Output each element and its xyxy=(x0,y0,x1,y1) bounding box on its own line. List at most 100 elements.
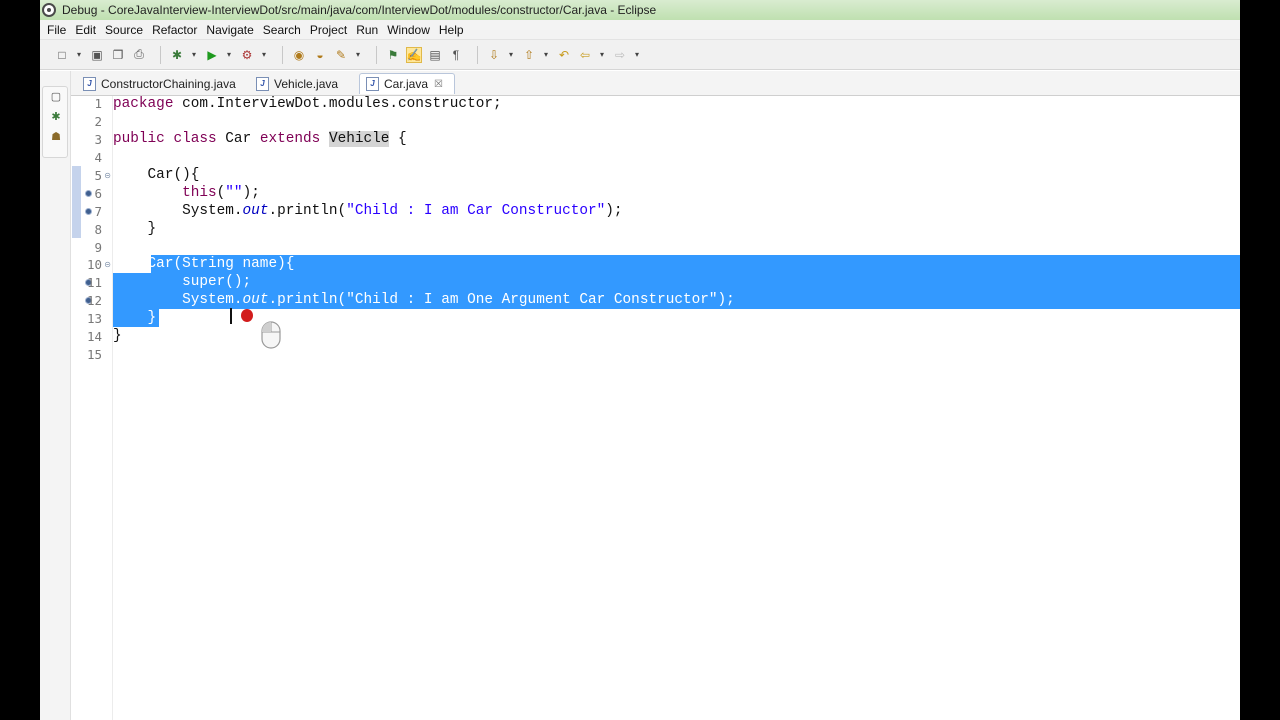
previous-annotation-dropdown-icon[interactable]: ▾ xyxy=(542,47,550,63)
menu-bar: File Edit Source Refactor Navigate Searc… xyxy=(40,20,1240,40)
line-number: 7 xyxy=(94,204,102,219)
tab-label: Car.java xyxy=(384,77,429,91)
toolbar-separator xyxy=(376,45,377,64)
external-tools-icon[interactable]: ⚙ xyxy=(239,47,255,63)
line-number: 4 xyxy=(94,150,102,165)
fold-collapse-icon[interactable]: ⊝ xyxy=(104,167,111,185)
new-wizard-icon[interactable]: □ xyxy=(54,47,70,63)
minimized-view-stack: ▢ ✱ ☗ xyxy=(42,86,68,158)
code-line-10: Car(String name){ xyxy=(113,256,295,272)
debug-view-icon[interactable]: ✱ xyxy=(50,111,62,123)
eclipse-window: Debug - CoreJavaInterview-InterviewDot/s… xyxy=(40,0,1240,720)
toolbar-separator xyxy=(160,45,161,64)
new-dropdown-icon[interactable]: ▾ xyxy=(75,47,83,63)
right-letterbox xyxy=(1240,0,1280,720)
restore-icon[interactable]: ▢ xyxy=(50,91,62,103)
menu-edit[interactable]: Edit xyxy=(75,23,96,37)
external-tools-dropdown-icon[interactable]: ▾ xyxy=(260,47,268,63)
text-selection xyxy=(151,255,1240,273)
line-number: 10 xyxy=(86,257,102,272)
line-number: 5 xyxy=(94,168,102,183)
menu-navigate[interactable]: Navigate xyxy=(206,23,253,37)
text-caret xyxy=(230,308,232,324)
next-annotation-icon[interactable]: ⇩ xyxy=(486,47,502,63)
editor-tab-bar: J ConstructorChaining.java J Vehicle.jav… xyxy=(71,71,1240,96)
code-line-13: } xyxy=(113,310,157,326)
line-number: 3 xyxy=(94,132,102,147)
menu-file[interactable]: File xyxy=(47,23,66,37)
code-line-11: super(); xyxy=(182,274,252,290)
code-line-3: public class Car extends Vehicle { xyxy=(113,131,407,147)
menu-search[interactable]: Search xyxy=(263,23,301,37)
line-number: 11 xyxy=(86,275,102,290)
title-bar: Debug - CoreJavaInterview-InterviewDot/s… xyxy=(40,0,1240,20)
click-highlight-marker xyxy=(241,309,253,322)
code-line-1: package com.InterviewDot.modules.constru… xyxy=(113,96,502,112)
forward-dropdown-icon[interactable]: ▾ xyxy=(633,47,641,63)
menu-help[interactable]: Help xyxy=(439,23,464,37)
last-edit-location-icon[interactable]: ↶ xyxy=(556,47,572,63)
code-line-7: System.out.println("Child : I am Car Con… xyxy=(113,203,623,219)
tab-vehicle[interactable]: J Vehicle.java xyxy=(256,73,356,94)
java-file-icon: J xyxy=(256,76,269,91)
line-number: 6 xyxy=(94,186,102,201)
run-icon[interactable]: ▶ xyxy=(204,47,220,63)
menu-window[interactable]: Window xyxy=(387,23,430,37)
line-number: 8 xyxy=(94,222,102,237)
main-toolbar: □ ▾ ▣ ❐ ⎙ ✱ ▾ ▶ ▾ ⚙ ▾ ◉ ◒ ✎ ▾ ⚑ ✍ ▤ ¶ ⇩ … xyxy=(40,40,1240,70)
run-dropdown-icon[interactable]: ▾ xyxy=(225,47,233,63)
java-file-icon: J xyxy=(83,76,96,91)
line-number: 1 xyxy=(94,96,102,111)
line-number: 2 xyxy=(94,114,102,129)
open-task-icon[interactable]: ◒ xyxy=(312,47,328,63)
mouse-icon xyxy=(261,321,281,349)
left-trim-bar: ▢ ✱ ☗ xyxy=(40,71,71,720)
search-dropdown-icon[interactable]: ▾ xyxy=(354,47,362,63)
eclipse-app-icon xyxy=(42,3,56,17)
line-number: 15 xyxy=(86,347,102,362)
java-file-icon: J xyxy=(366,77,379,91)
code-line-8: } xyxy=(113,221,157,237)
block-selection-icon[interactable]: ▤ xyxy=(427,47,443,63)
fold-collapse-icon[interactable]: ⊝ xyxy=(104,256,111,274)
menu-project[interactable]: Project xyxy=(310,23,347,37)
code-line-14: } xyxy=(113,328,122,344)
previous-annotation-icon[interactable]: ⇧ xyxy=(521,47,537,63)
save-all-icon[interactable]: ❐ xyxy=(110,47,126,63)
tab-car[interactable]: J Car.java ☒ xyxy=(359,73,455,94)
line-number: 13 xyxy=(86,311,102,326)
menu-run[interactable]: Run xyxy=(356,23,378,37)
toolbar-separator xyxy=(282,45,283,64)
print-icon[interactable]: ⎙ xyxy=(131,47,147,63)
toolbar-separator xyxy=(477,45,478,64)
debug-icon[interactable]: ✱ xyxy=(169,47,185,63)
code-area[interactable]: package com.InterviewDot.modules.constru… xyxy=(113,96,1240,720)
close-tab-icon[interactable]: ☒ xyxy=(434,79,443,90)
next-annotation-dropdown-icon[interactable]: ▾ xyxy=(507,47,515,63)
search-icon[interactable]: ✎ xyxy=(333,47,349,63)
occurrence-highlight: Vehicle xyxy=(328,131,390,147)
forward-icon[interactable]: ⇨ xyxy=(612,47,628,63)
line-number: 9 xyxy=(94,240,102,255)
toggle-mark-occurrences-icon[interactable]: ⚑ xyxy=(385,47,401,63)
debug-dropdown-icon[interactable]: ▾ xyxy=(190,47,198,63)
code-editor[interactable]: 1 2 3 4 5 ⊝ 6 7 8 9 10 ⊝ 11 12 13 14 15 xyxy=(71,96,1240,720)
menu-refactor[interactable]: Refactor xyxy=(152,23,197,37)
code-line-6: this(""); xyxy=(182,185,260,201)
back-dropdown-icon[interactable]: ▾ xyxy=(598,47,606,63)
show-whitespace-icon[interactable]: ¶ xyxy=(448,47,464,63)
window-title: Debug - CoreJavaInterview-InterviewDot/s… xyxy=(62,3,657,17)
menu-source[interactable]: Source xyxy=(105,23,143,37)
code-line-5: Car(){ xyxy=(113,167,200,183)
toggle-highlight-icon[interactable]: ✍ xyxy=(406,46,422,63)
line-number-gutter: 1 2 3 4 5 ⊝ 6 7 8 9 10 ⊝ 11 12 13 14 15 xyxy=(81,96,113,720)
tab-label: ConstructorChaining.java xyxy=(101,76,236,91)
tab-constructor-chaining[interactable]: J ConstructorChaining.java xyxy=(83,73,243,94)
open-type-icon[interactable]: ◉ xyxy=(291,47,307,63)
back-icon[interactable]: ⇦ xyxy=(577,47,593,63)
variables-view-icon[interactable]: ☗ xyxy=(50,131,62,143)
save-icon[interactable]: ▣ xyxy=(89,47,105,63)
tab-label: Vehicle.java xyxy=(274,76,339,91)
line-number: 14 xyxy=(86,329,102,344)
line-number: 12 xyxy=(86,293,102,308)
